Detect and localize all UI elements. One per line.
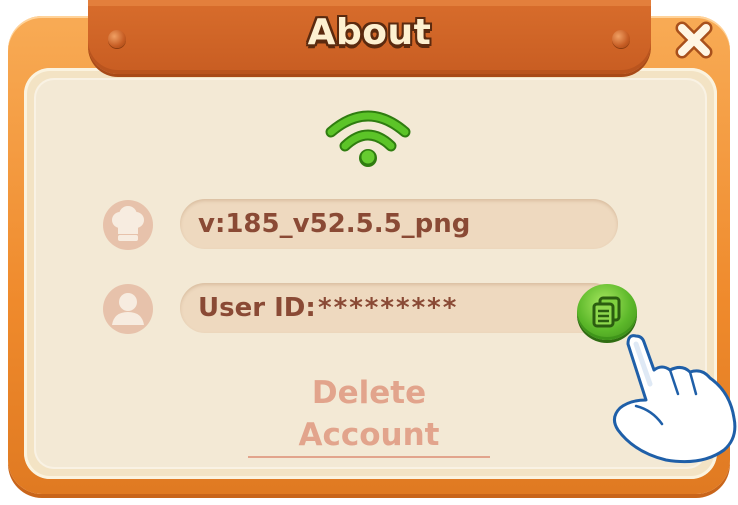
version-text: v:185_v52.5.5_png: [198, 209, 471, 239]
close-x-icon[interactable]: [668, 14, 720, 66]
dialog-title: About: [307, 12, 432, 53]
user-id-field: User ID: *********: [180, 283, 618, 333]
user-id-value: *********: [318, 293, 459, 323]
wifi-signal-icon: [325, 110, 411, 167]
version-field: v:185_v52.5.5_png: [180, 199, 618, 249]
close-button[interactable]: [668, 14, 720, 66]
chef-hat-icon: [103, 200, 153, 250]
delete-account-link[interactable]: Delete Account: [248, 372, 490, 458]
tutorial-pointing-hand-icon: [613, 334, 737, 464]
user-profile-icon: [103, 284, 153, 334]
title-tab: About: [88, 0, 651, 74]
user-id-label: User ID:: [198, 293, 316, 323]
